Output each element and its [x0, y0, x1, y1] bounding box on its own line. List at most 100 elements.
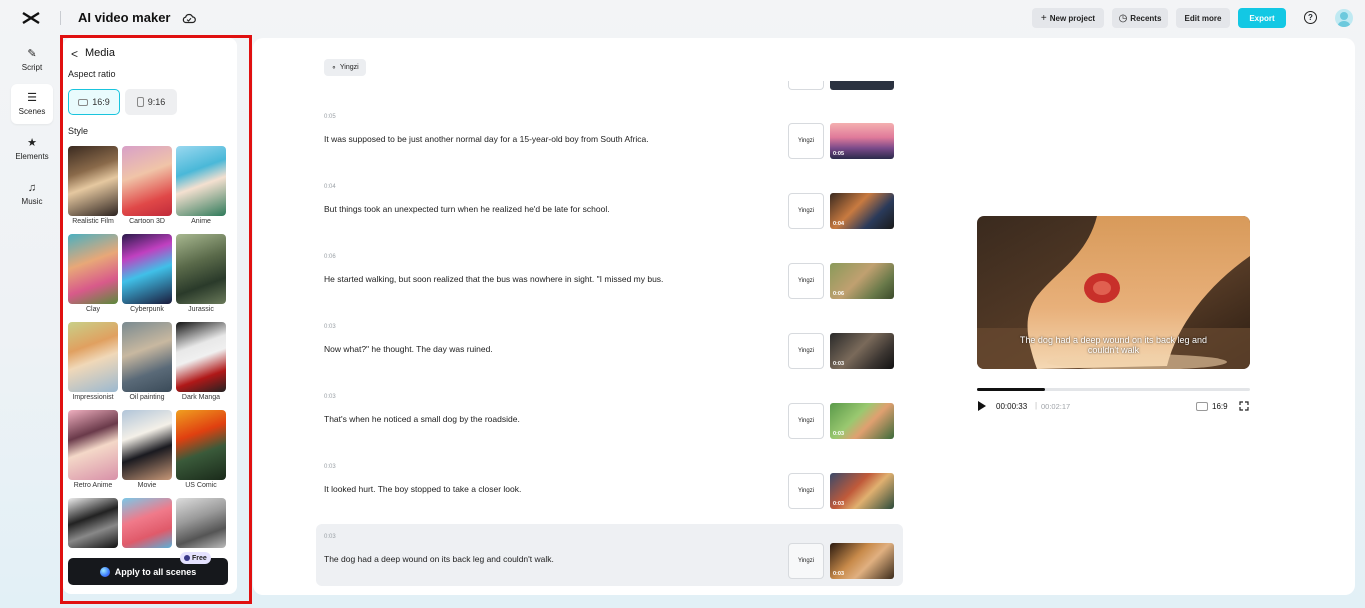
preview-subtitle: The dog had a deep wound on its back leg… — [977, 335, 1250, 355]
scene-thumbnail[interactable]: 0:05 — [830, 123, 894, 159]
scene-text[interactable]: It looked hurt. The boy stopped to take … — [324, 484, 774, 494]
scene-voice-button[interactable]: Yingzi — [788, 473, 824, 509]
scene-text[interactable]: That's when he noticed a small dog by th… — [324, 414, 774, 424]
script-icon: ✎ — [27, 47, 37, 60]
rail-label: Music — [21, 196, 43, 206]
style-label-cyberpunk: Cyberpunk — [130, 306, 164, 313]
scene-text[interactable]: He started walking, but soon realized th… — [324, 274, 774, 284]
style-tile-cyberpunk[interactable] — [122, 234, 172, 304]
thumb-time: 0:05 — [833, 151, 845, 157]
subtitle-line-1: The dog had a deep wound on its back leg… — [1019, 335, 1208, 345]
style-label-jurassic: Jurassic — [188, 306, 214, 313]
style-tile-oil-painting[interactable] — [122, 322, 172, 392]
export-button[interactable]: Export — [1238, 8, 1286, 28]
rail-item-scenes[interactable]: ☰ Scenes — [11, 84, 53, 124]
scene-voice-button[interactable]: Yingzi — [788, 123, 824, 159]
app-title: AI video maker — [78, 10, 171, 25]
current-time: 00:00:33 — [996, 402, 1028, 411]
scene-thumbnail[interactable]: 0:03 — [830, 333, 894, 369]
rail-item-elements[interactable]: ★ Elements — [11, 129, 53, 169]
scene-voice-button[interactable]: Yingzi — [788, 403, 824, 439]
style-tile-realistic-film[interactable] — [68, 146, 118, 216]
rail-item-music[interactable]: ♫ Music — [11, 174, 53, 214]
edit-more-button[interactable]: Edit more — [1176, 8, 1230, 28]
scene-duration: 0:03 — [324, 534, 336, 540]
scene-voice-button[interactable]: Yingzi — [788, 333, 824, 369]
scene-thumb-partial[interactable] — [830, 81, 894, 90]
scene-thumbnail[interactable]: 0:03 — [830, 473, 894, 509]
progress-bar[interactable] — [977, 388, 1250, 391]
recents-label: Recents — [1130, 13, 1162, 23]
fullscreen-icon[interactable] — [1239, 401, 1249, 411]
portrait-icon — [136, 97, 144, 107]
back-icon[interactable]: < — [71, 47, 78, 61]
style-tile-dark-manga[interactable] — [176, 322, 226, 392]
style-tile-sketch[interactable] — [68, 498, 118, 548]
avatar-head — [1340, 12, 1348, 20]
scene-duration: 0:06 — [324, 254, 336, 260]
scene-text[interactable]: The dog had a deep wound on its back leg… — [324, 554, 774, 564]
credit-icon — [184, 555, 190, 561]
video-preview[interactable]: The dog had a deep wound on its back leg… — [977, 216, 1250, 369]
style-tile-impressionist[interactable] — [68, 322, 118, 392]
scene-row[interactable]: 0:04 But things took an unexpected turn … — [316, 174, 903, 236]
aspect-ratio-icon[interactable] — [1196, 402, 1208, 411]
media-panel: < Media Aspect ratio 16:9 9:16 Style Rea… — [63, 38, 237, 594]
scene-row[interactable]: 0:06 He started walking, but soon realiz… — [316, 244, 903, 306]
scene-text[interactable]: Now what?" he thought. The day was ruine… — [324, 344, 774, 354]
style-tile-cartoon-3d[interactable] — [122, 146, 172, 216]
play-icon[interactable] — [978, 401, 986, 411]
voice-button-partial[interactable] — [788, 81, 824, 90]
scene-voice-button[interactable]: Yingzi — [788, 543, 824, 579]
capcut-logo-icon[interactable] — [22, 10, 40, 26]
scene-row[interactable]: 0:03 Now what?" he thought. The day was … — [316, 314, 903, 376]
thumb-time: 0:04 — [833, 221, 845, 227]
aspect-ratio-label: Aspect ratio — [68, 69, 116, 79]
scene-row[interactable]: 0:03 It looked hurt. The boy stopped to … — [316, 454, 903, 516]
scene-text[interactable]: It was supposed to be just another norma… — [324, 134, 774, 144]
aspect-9-16-label: 9:16 — [147, 97, 166, 107]
style-label-clay: Clay — [85, 306, 100, 313]
style-tile-jurassic[interactable] — [176, 234, 226, 304]
scene-thumbnail[interactable]: 0:03 — [830, 543, 894, 579]
style-tile-us-comic[interactable] — [176, 410, 226, 480]
style-tile-coral[interactable] — [122, 498, 172, 548]
panel-title: Media — [85, 47, 115, 59]
style-label-realistic-film: Realistic Film — [72, 218, 114, 225]
aspect-ratio-value[interactable]: 16:9 — [1212, 402, 1228, 411]
style-tile-movie[interactable] — [122, 410, 172, 480]
free-badge: Free — [180, 552, 211, 564]
recents-button[interactable]: ◷ Recents — [1112, 8, 1168, 28]
aspect-16-9-label: 16:9 — [92, 97, 110, 107]
scene-thumbnail[interactable]: 0:04 — [830, 193, 894, 229]
scene-row-selected[interactable]: 0:03 The dog had a deep wound on its bac… — [316, 524, 903, 586]
edit-more-label: Edit more — [1184, 13, 1222, 23]
landscape-icon — [78, 98, 89, 106]
style-tile-retro-anime[interactable] — [68, 410, 118, 480]
scene-voice-button[interactable]: Yingzi — [788, 263, 824, 299]
scene-text[interactable]: But things took an unexpected turn when … — [324, 204, 774, 214]
aspect-9-16-button[interactable]: 9:16 — [125, 89, 177, 115]
style-tile-anime[interactable] — [176, 146, 226, 216]
scene-duration: 0:03 — [324, 394, 336, 400]
time-separator: | — [1035, 401, 1038, 410]
avatar[interactable] — [1335, 9, 1353, 27]
scene-thumbnail[interactable]: 0:06 — [830, 263, 894, 299]
scene-row[interactable]: 0:05 It was supposed to be just another … — [316, 104, 903, 166]
style-tile-monochrome[interactable] — [176, 498, 226, 548]
cloud-sync-icon[interactable] — [182, 12, 196, 24]
scene-thumbnail[interactable]: 0:03 — [830, 403, 894, 439]
rail-item-script[interactable]: ✎ Script — [11, 40, 53, 80]
style-label-cartoon-3d: Cartoon 3D — [129, 218, 165, 225]
scene-voice-button[interactable]: Yingzi — [788, 193, 824, 229]
style-tile-clay[interactable] — [68, 234, 118, 304]
rail-label: Script — [21, 62, 43, 72]
style-label-dark-manga: Dark Manga — [181, 394, 221, 401]
help-icon[interactable]: ? — [1304, 11, 1317, 24]
voice-chip[interactable]: ⚬ Yingzi — [324, 59, 366, 76]
style-label-retro-anime: Retro Anime — [73, 482, 113, 489]
aspect-16-9-button[interactable]: 16:9 — [68, 89, 120, 115]
scene-row[interactable]: 0:03 That's when he noticed a small dog … — [316, 384, 903, 446]
new-project-button[interactable]: + New project — [1032, 8, 1104, 28]
divider — [60, 11, 61, 25]
